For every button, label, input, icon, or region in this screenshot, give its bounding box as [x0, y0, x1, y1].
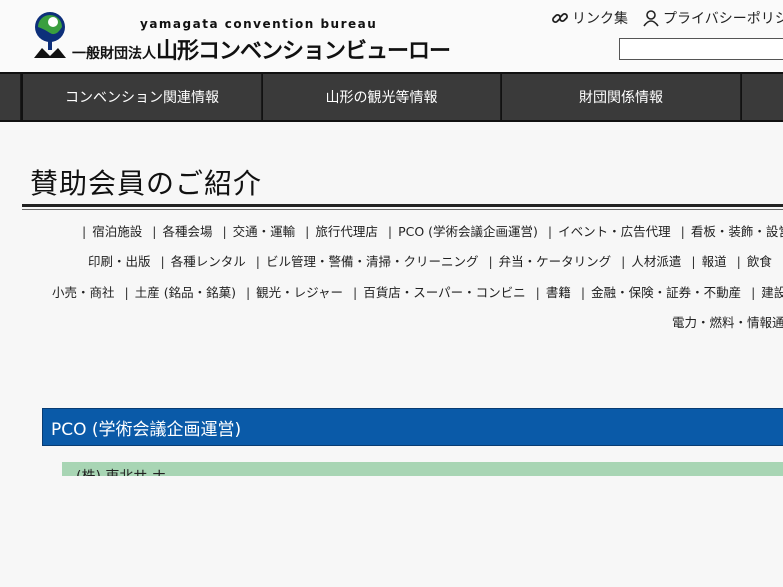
category-link[interactable]: 小売・商社 [52, 285, 115, 300]
category-link[interactable]: 看板・装飾・設営 [691, 224, 783, 239]
nav-item-label: 財団関係情報 [579, 90, 663, 106]
links-link[interactable]: リンク集 [551, 8, 628, 28]
privacy-label: プライバシーポリシ [663, 11, 783, 27]
privacy-link[interactable]: プライバシーポリシ [642, 8, 783, 28]
category-row-2: 印刷・出版 | 各種レンタル | ビル管理・警備・清掃・クリーニング | 弁当・ケータ… [88, 254, 783, 269]
title-divider [22, 204, 783, 207]
category-link[interactable]: 各種会場 [162, 224, 212, 239]
category-link[interactable]: イベント・広告代理 [558, 224, 671, 239]
category-link[interactable]: 百貨店・スーパー・コンビニ [363, 285, 525, 300]
category-link[interactable]: 各種レンタル [171, 254, 246, 269]
category-row-1: | 宿泊施設 | 各種会場 | 交通・運輸 | 旅行代理店 | PCO (学術会議企画運営… [76, 221, 783, 240]
category-link[interactable]: 人材派遣 [631, 254, 681, 269]
link-icon [552, 13, 568, 23]
category-link[interactable]: 飲食 [747, 254, 772, 269]
category-link[interactable]: 報道 [702, 254, 727, 269]
category-link[interactable]: 宿泊施設 [92, 224, 142, 239]
logo-name: 山形コンベンションビューロー [156, 39, 451, 64]
links-label: リンク集 [572, 11, 628, 27]
nav-item-label: 山形の観光等情報 [325, 90, 438, 106]
category-row-4: 電力・燃料・情報通 [672, 312, 783, 331]
category-link[interactable]: PCO (学術会議企画運営) [398, 224, 538, 239]
logo-english-text: yamagata convention bureau [140, 17, 378, 31]
nav-item-convention[interactable]: コンベンション関連情報 [23, 74, 262, 120]
global-nav: コンベンション関連情報 山形の観光等情報 財団関係情報 [0, 72, 783, 122]
nav-item-left-edge [0, 74, 21, 120]
category-row-3: 小売・商社 | 土産 (銘品・銘菓) | 観光・レジャー | 百貨店・スーパー・コンビ… [52, 282, 783, 301]
page-title: 賛助会員のご紹介 [30, 167, 263, 200]
category-link[interactable]: 交通・運輸 [233, 224, 296, 239]
member-item[interactable]: (株) 東北サ ナ [62, 462, 783, 476]
nav-item-tourism[interactable]: 山形の観光等情報 [263, 74, 501, 120]
search-input[interactable] [619, 38, 783, 60]
category-link[interactable]: 建設 [761, 285, 783, 300]
category-link[interactable]: 弁当・ケータリング [499, 254, 612, 269]
category-link[interactable]: 土産 (銘品・銘菓) [135, 285, 236, 300]
person-icon [643, 10, 659, 27]
section-heading-text: PCO (学術会議企画運営) [51, 419, 242, 440]
section-heading-pco: PCO (学術会議企画運営) [42, 408, 783, 446]
category-link[interactable]: 旅行代理店 [315, 224, 378, 239]
site-header: yamagata convention bureau 一般財団法人山形コンベンシ… [0, 0, 783, 72]
nav-item-foundation[interactable]: 財団関係情報 [502, 74, 741, 120]
category-link[interactable]: 金融・保険・証券・不動産 [591, 285, 741, 300]
member-name: (株) 東北サ ナ [76, 466, 166, 476]
title-divider-thin [22, 209, 783, 210]
category-link[interactable]: 観光・レジャー [256, 285, 343, 300]
category-link[interactable]: 印刷・出版 [88, 254, 151, 269]
nav-item-label: コンベンション関連情報 [65, 90, 219, 106]
category-link[interactable]: ビル管理・警備・清掃・クリーニング [266, 254, 479, 269]
category-link[interactable]: 書籍 [546, 285, 571, 300]
logo-japanese-text[interactable]: 一般財団法人山形コンベンションビューロー [72, 33, 451, 65]
nav-item-more[interactable] [742, 74, 783, 120]
logo-icon[interactable] [30, 10, 70, 60]
logo-prefix: 一般財団法人 [72, 46, 156, 62]
category-link[interactable]: 電力・燃料・情報通 [672, 315, 783, 330]
